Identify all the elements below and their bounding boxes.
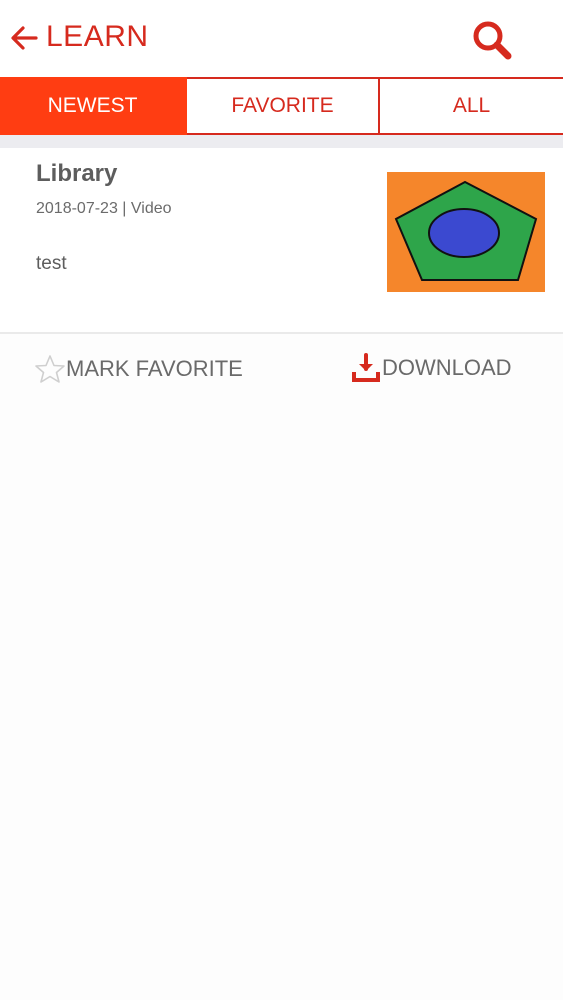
item-title: Library: [36, 160, 118, 187]
tab-all[interactable]: ALL: [380, 77, 563, 135]
item-description: test: [36, 253, 67, 274]
page-title: LEARN: [46, 20, 149, 53]
download-button[interactable]: DOWNLOAD: [350, 352, 512, 384]
back-button[interactable]: [8, 22, 40, 54]
search-icon: [473, 21, 512, 60]
mark-favorite-label: MARK FAVORITE: [66, 356, 243, 381]
item-meta: 2018-07-23 | Video: [36, 200, 172, 217]
tab-favorite[interactable]: FAVORITE: [187, 77, 380, 135]
arrow-left-icon: [11, 26, 38, 50]
section-divider: [0, 135, 563, 148]
thumbnail-image: [387, 172, 545, 292]
library-item-card[interactable]: Library 2018-07-23 | Video test: [0, 148, 563, 334]
item-thumbnail[interactable]: [387, 172, 545, 292]
star-outline-icon: [35, 355, 65, 383]
mark-favorite-button[interactable]: MARK FAVORITE: [34, 354, 243, 384]
tab-newest[interactable]: NEWEST: [0, 77, 187, 135]
search-button[interactable]: [469, 18, 515, 62]
item-actions: MARK FAVORITE DOWNLOAD: [0, 334, 563, 404]
tab-bar: NEWEST FAVORITE ALL: [0, 77, 563, 135]
download-icon: [352, 353, 380, 382]
app-header: LEARN: [0, 0, 563, 77]
download-label: DOWNLOAD: [382, 355, 512, 380]
